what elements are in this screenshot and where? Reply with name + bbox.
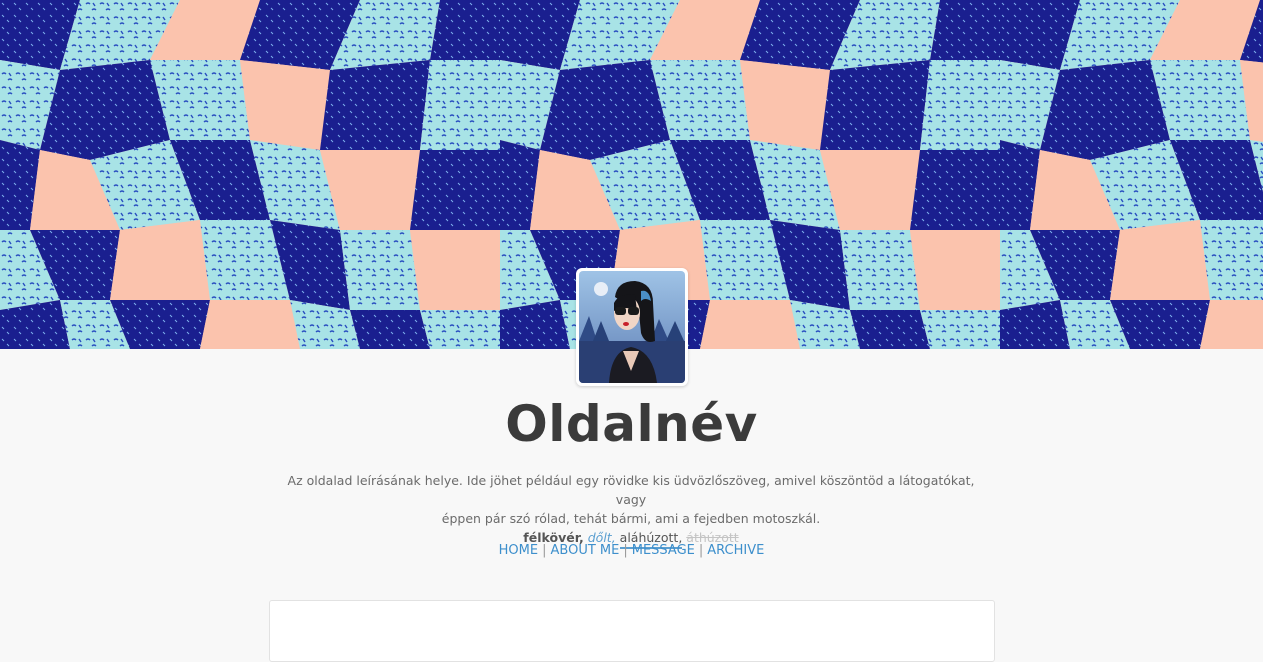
- avatar[interactable]: [576, 268, 688, 386]
- nav-home-link[interactable]: HOME: [499, 543, 538, 558]
- nav-archive-link[interactable]: ARCHIVE: [707, 543, 764, 558]
- nav-separator: |: [698, 543, 704, 558]
- nav-about-me-link[interactable]: ABOUT ME: [551, 543, 620, 558]
- avatar-image: [579, 271, 685, 383]
- avatar-illustration-icon: [579, 271, 685, 383]
- description-line-2: éppen pár szó rólad, tehát bármi, ami a …: [441, 511, 821, 526]
- main-nav: HOME | ABOUT ME | MESSAGE | ARCHIVE: [0, 541, 1263, 561]
- nav-message-link[interactable]: MESSAGE: [632, 543, 695, 558]
- blog-description: Az oldalad leírásának helye. Ide jöhet p…: [281, 471, 981, 549]
- post-card: [269, 600, 995, 662]
- description-line-1: Az oldalad leírásának helye. Ide jöhet p…: [287, 473, 975, 507]
- nav-separator: |: [542, 543, 547, 558]
- page-title: Oldalnév: [505, 395, 758, 453]
- nav-separator: |: [623, 543, 628, 558]
